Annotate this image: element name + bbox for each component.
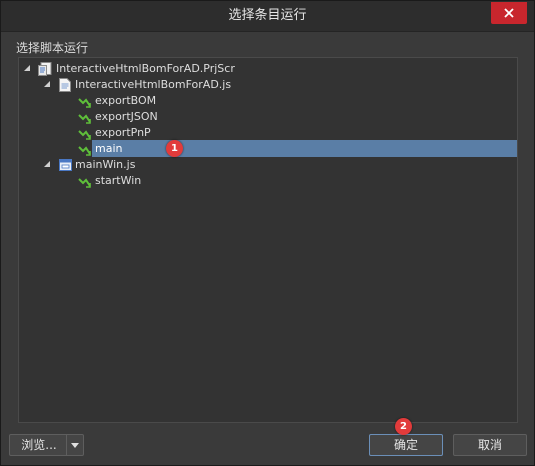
title-bar[interactable]: 选择条目运行 bbox=[1, 1, 534, 32]
section-label: 选择脚本运行 bbox=[16, 41, 89, 55]
tree-item-label: InteractiveHtmlBomForAD.PrjScr bbox=[56, 62, 235, 75]
browse-button[interactable]: 浏览... bbox=[10, 435, 68, 455]
tree-item-label: exportJSON bbox=[95, 110, 158, 123]
tree-item-label: exportBOM bbox=[95, 94, 157, 107]
annotation-badge-2: 2 bbox=[395, 418, 412, 435]
selection-highlight bbox=[92, 140, 517, 157]
close-icon bbox=[504, 8, 514, 18]
tree-item-label: exportPnP bbox=[95, 126, 151, 139]
window-title: 选择条目运行 bbox=[228, 8, 307, 23]
script-tree[interactable]: InteractiveHtmlBomForAD.PrjScr Interacti… bbox=[18, 57, 518, 423]
browse-split-button[interactable]: 浏览... bbox=[9, 434, 84, 456]
browse-dropdown[interactable] bbox=[66, 435, 83, 455]
tree-item-label: startWin bbox=[95, 174, 142, 187]
tree-item-label: mainWin.js bbox=[75, 158, 136, 171]
procedure-icon bbox=[78, 174, 91, 193]
tree-item-procedure[interactable]: exportPnP bbox=[19, 124, 517, 141]
tree-item-procedure-selected[interactable]: main 1 bbox=[19, 140, 517, 157]
ok-button[interactable]: 确定 bbox=[369, 434, 443, 456]
dialog-window: 选择条目运行 选择脚本运行 InteractiveHtmlBomForAD.Pr… bbox=[0, 0, 535, 466]
tree-item-form-file[interactable]: mainWin.js bbox=[19, 156, 517, 173]
chevron-down-icon bbox=[71, 443, 79, 448]
tree-item-procedure[interactable]: exportJSON bbox=[19, 108, 517, 125]
cancel-button[interactable]: 取消 bbox=[453, 434, 527, 456]
annotation-badge-1: 1 bbox=[166, 140, 183, 157]
tree-item-procedure[interactable]: exportBOM bbox=[19, 92, 517, 109]
tree-item-project[interactable]: InteractiveHtmlBomForAD.PrjScr bbox=[19, 60, 517, 77]
close-button[interactable] bbox=[491, 2, 527, 24]
tree-item-script-file[interactable]: InteractiveHtmlBomForAD.js bbox=[19, 76, 517, 93]
tree-item-procedure[interactable]: startWin bbox=[19, 172, 517, 189]
tree-item-label: main bbox=[95, 142, 123, 155]
tree-item-label: InteractiveHtmlBomForAD.js bbox=[75, 78, 232, 91]
